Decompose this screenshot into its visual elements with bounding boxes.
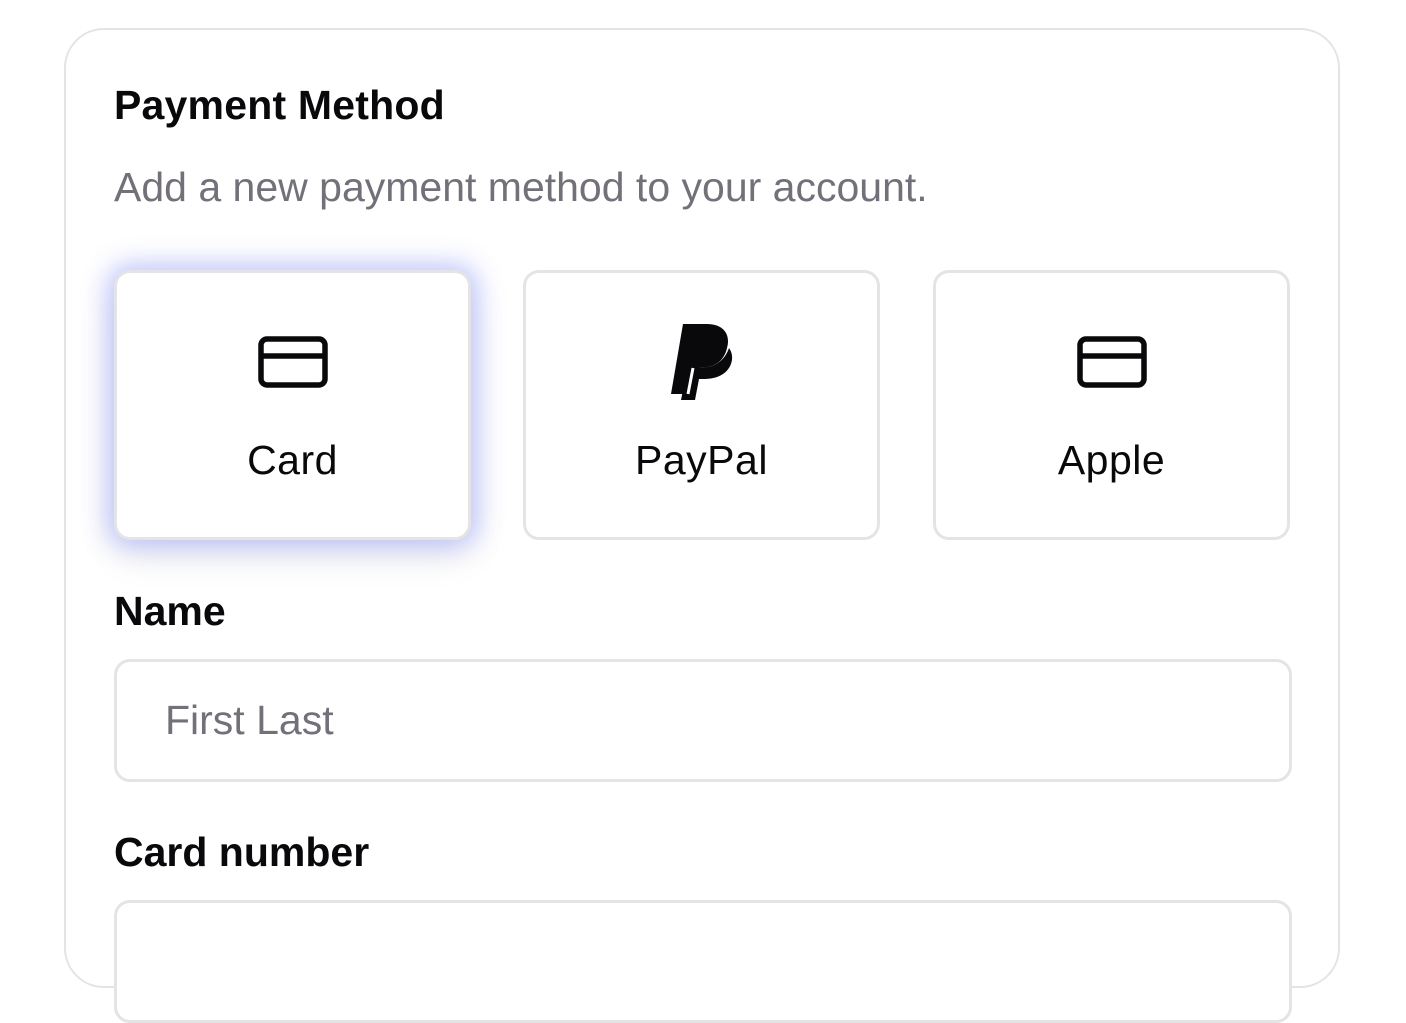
payment-option-label: Card (247, 437, 338, 483)
paypal-icon (657, 317, 747, 407)
card-number-label: Card number (114, 829, 370, 875)
credit-card-icon (248, 317, 338, 407)
page-title: Payment Method (114, 82, 445, 128)
payment-option-paypal[interactable]: PayPal (523, 270, 880, 540)
credit-card-icon (1067, 317, 1157, 407)
page-subtitle: Add a new payment method to your account… (114, 164, 928, 210)
name-input[interactable] (114, 659, 1292, 782)
payment-option-label: PayPal (635, 437, 768, 483)
payment-option-apple[interactable]: Apple (933, 270, 1290, 540)
payment-option-label: Apple (1057, 437, 1166, 483)
card-number-input[interactable] (114, 900, 1292, 1023)
payment-option-card[interactable]: Card (114, 270, 471, 540)
name-label: Name (114, 588, 226, 634)
